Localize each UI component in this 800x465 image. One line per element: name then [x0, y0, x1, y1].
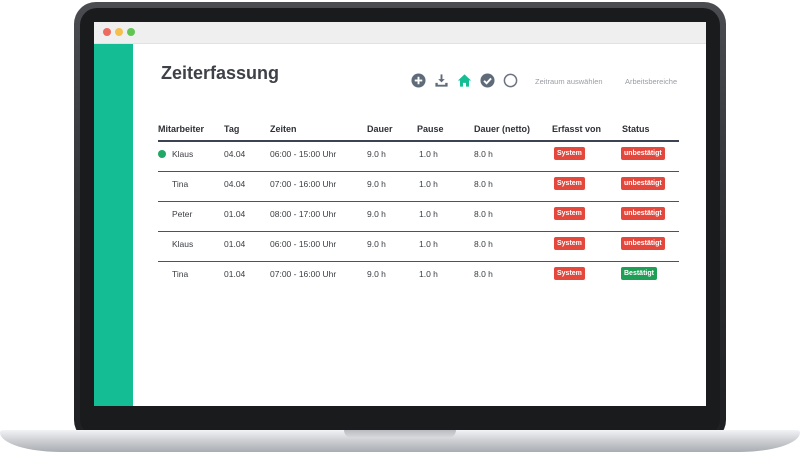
day: 01.04	[224, 239, 246, 249]
times: 06:00 - 15:00 Uhr	[270, 149, 337, 159]
table-row[interactable]: Tina 04.04 07:00 - 16:00 Uhr 9.0 h 1.0 h…	[158, 172, 679, 202]
net-duration: 8.0 h	[474, 269, 493, 279]
duration: 9.0 h	[367, 149, 386, 159]
duration: 9.0 h	[367, 239, 386, 249]
column-header-duration[interactable]: Dauer	[367, 124, 393, 134]
duration: 9.0 h	[367, 209, 386, 219]
day: 01.04	[224, 269, 246, 279]
column-header-day[interactable]: Tag	[224, 124, 239, 134]
times: 07:00 - 16:00 Uhr	[270, 269, 337, 279]
day: 01.04	[224, 209, 246, 219]
app-window: Zeiterfassung Zeitraum auswählen Arbeits…	[94, 22, 706, 406]
close-window-button[interactable]	[103, 28, 111, 36]
pause: 1.0 h	[419, 179, 438, 189]
status-badge[interactable]: unbestätigt	[621, 237, 665, 250]
table-row[interactable]: Klaus 01.04 06:00 - 15:00 Uhr 9.0 h 1.0 …	[158, 232, 679, 262]
times: 08:00 - 17:00 Uhr	[270, 209, 337, 219]
times: 06:00 - 15:00 Uhr	[270, 239, 337, 249]
period-select-link[interactable]: Zeitraum auswählen	[535, 77, 603, 86]
duration: 9.0 h	[367, 179, 386, 189]
status-badge[interactable]: unbestätigt	[621, 207, 665, 220]
source-badge: System	[554, 237, 585, 250]
sidebar	[94, 44, 133, 406]
table-row[interactable]: Klaus 04.04 06:00 - 15:00 Uhr 9.0 h 1.0 …	[158, 142, 679, 172]
employee-name: Klaus	[172, 149, 194, 159]
online-indicator-icon	[158, 150, 166, 158]
duration: 9.0 h	[367, 269, 386, 279]
column-header-recorded-by[interactable]: Erfasst von	[552, 124, 601, 134]
net-duration: 8.0 h	[474, 179, 493, 189]
check-circle-icon[interactable]	[480, 73, 495, 88]
status-badge[interactable]: unbestätigt	[621, 177, 665, 190]
net-duration: 8.0 h	[474, 149, 493, 159]
table-row[interactable]: Tina 01.04 07:00 - 16:00 Uhr 9.0 h 1.0 h…	[158, 262, 679, 292]
times: 07:00 - 16:00 Uhr	[270, 179, 337, 189]
pause: 1.0 h	[419, 269, 438, 279]
net-duration: 8.0 h	[474, 209, 493, 219]
employee-name: Klaus	[172, 239, 194, 249]
page-title: Zeiterfassung	[161, 63, 280, 83]
maximize-window-button[interactable]	[127, 28, 135, 36]
status-badge[interactable]: unbestätigt	[621, 147, 665, 160]
table-row[interactable]: Peter 01.04 08:00 - 17:00 Uhr 9.0 h 1.0 …	[158, 202, 679, 232]
column-header-net-duration[interactable]: Dauer (netto)	[474, 124, 530, 134]
column-header-employee[interactable]: Mitarbeiter	[158, 124, 204, 134]
employee-name: Tina	[172, 269, 189, 279]
net-duration: 8.0 h	[474, 239, 493, 249]
day: 04.04	[224, 149, 246, 159]
download-icon[interactable]	[434, 73, 449, 88]
source-badge: System	[554, 207, 585, 220]
work-areas-link[interactable]: Arbeitsbereiche	[625, 77, 677, 86]
pause: 1.0 h	[419, 239, 438, 249]
pause: 1.0 h	[419, 209, 438, 219]
source-badge: System	[554, 147, 585, 160]
circle-icon[interactable]	[503, 73, 518, 88]
column-header-status[interactable]: Status	[622, 124, 650, 134]
source-badge: System	[554, 177, 585, 190]
laptop-notch	[344, 430, 456, 438]
column-header-times[interactable]: Zeiten	[270, 124, 297, 134]
pause: 1.0 h	[419, 149, 438, 159]
day: 04.04	[224, 179, 246, 189]
add-icon[interactable]	[411, 73, 426, 88]
column-header-pause[interactable]: Pause	[417, 124, 444, 134]
minimize-window-button[interactable]	[115, 28, 123, 36]
status-badge[interactable]: Bestätigt	[621, 267, 657, 280]
window-titlebar	[94, 22, 706, 44]
employee-name: Tina	[172, 179, 189, 189]
employee-name: Peter	[172, 209, 193, 219]
home-icon[interactable]	[457, 73, 472, 88]
source-badge: System	[554, 267, 585, 280]
